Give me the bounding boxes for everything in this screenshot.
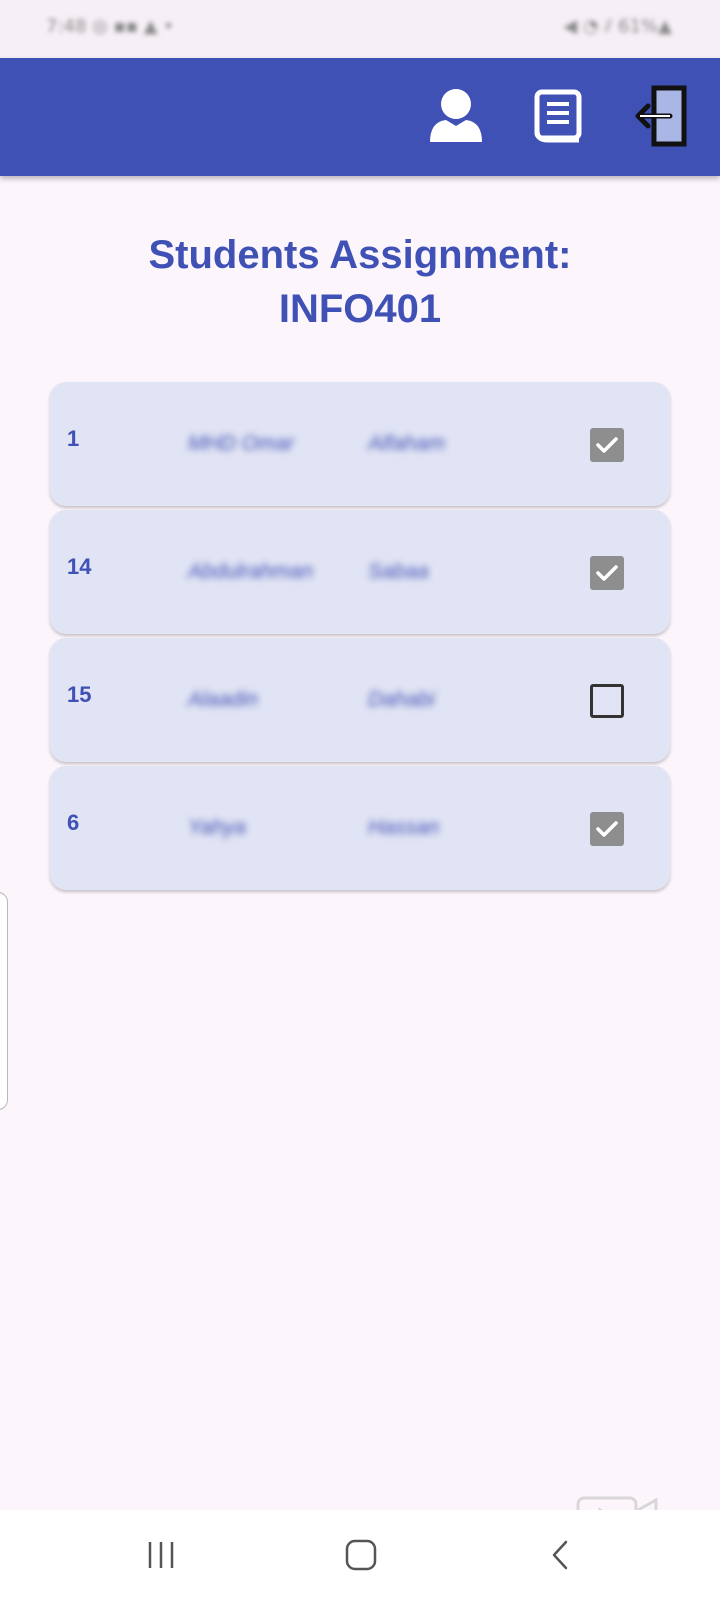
- profile-icon[interactable]: [424, 84, 488, 148]
- logout-icon[interactable]: [632, 84, 696, 148]
- student-last-name: Alfaham: [368, 432, 446, 455]
- student-card[interactable]: 1 MHD Omar Alfaham: [50, 382, 670, 506]
- edge-panel-handle[interactable]: [0, 892, 8, 1110]
- navigation-bar: [0, 1510, 720, 1600]
- student-first-name: Abdulrahman: [188, 560, 313, 583]
- home-button[interactable]: [336, 1538, 386, 1572]
- student-last-name: Dahabi: [368, 688, 435, 711]
- checkmark-icon: [596, 565, 618, 581]
- status-indicators: ◀ ◔ ⫽ 61%▲: [563, 16, 672, 37]
- page-title-course: INFO401: [278, 287, 442, 331]
- assignment-checkbox[interactable]: [590, 428, 624, 462]
- page-title-line1: Students Assignment:: [148, 233, 572, 277]
- student-card[interactable]: 14 Abdulrahman Sabaa: [50, 510, 670, 634]
- student-card[interactable]: 15 Alaadin Dahabi: [50, 638, 670, 762]
- recent-apps-icon: [148, 1542, 174, 1568]
- student-list: 1 MHD Omar Alfaham 14 Abdulrahman Sabaa …: [50, 382, 670, 894]
- student-id: 15: [67, 682, 92, 707]
- student-first-name: MHD Omar: [188, 432, 295, 455]
- assignment-checkbox[interactable]: [590, 812, 624, 846]
- home-icon: [345, 1539, 377, 1571]
- student-card[interactable]: 6 Yahya Hassan: [50, 766, 670, 890]
- student-first-name: Alaadin: [188, 688, 259, 711]
- assignment-checkbox[interactable]: [590, 556, 624, 590]
- back-icon: [552, 1540, 568, 1570]
- assignment-checkbox[interactable]: [590, 684, 624, 718]
- app-bar: [0, 58, 720, 176]
- page-title: Students Assignment: INFO401: [0, 228, 720, 336]
- student-first-name: Yahya: [188, 816, 246, 839]
- book-icon[interactable]: [527, 84, 591, 148]
- student-last-name: Sabaa: [368, 560, 429, 583]
- status-bar: 7:48 ◎ ▪▪ ▲ • ◀ ◔ ⫽ 61%▲: [0, 0, 720, 58]
- back-button[interactable]: [536, 1538, 586, 1572]
- student-last-name: Hassan: [368, 816, 440, 839]
- checkmark-icon: [596, 437, 618, 453]
- student-id: 6: [67, 810, 80, 835]
- recent-apps-button[interactable]: [136, 1538, 186, 1572]
- student-id: 1: [67, 426, 80, 451]
- student-id: 14: [67, 554, 92, 579]
- checkmark-icon: [596, 821, 618, 837]
- status-time: 7:48 ◎ ▪▪ ▲ •: [46, 16, 174, 37]
